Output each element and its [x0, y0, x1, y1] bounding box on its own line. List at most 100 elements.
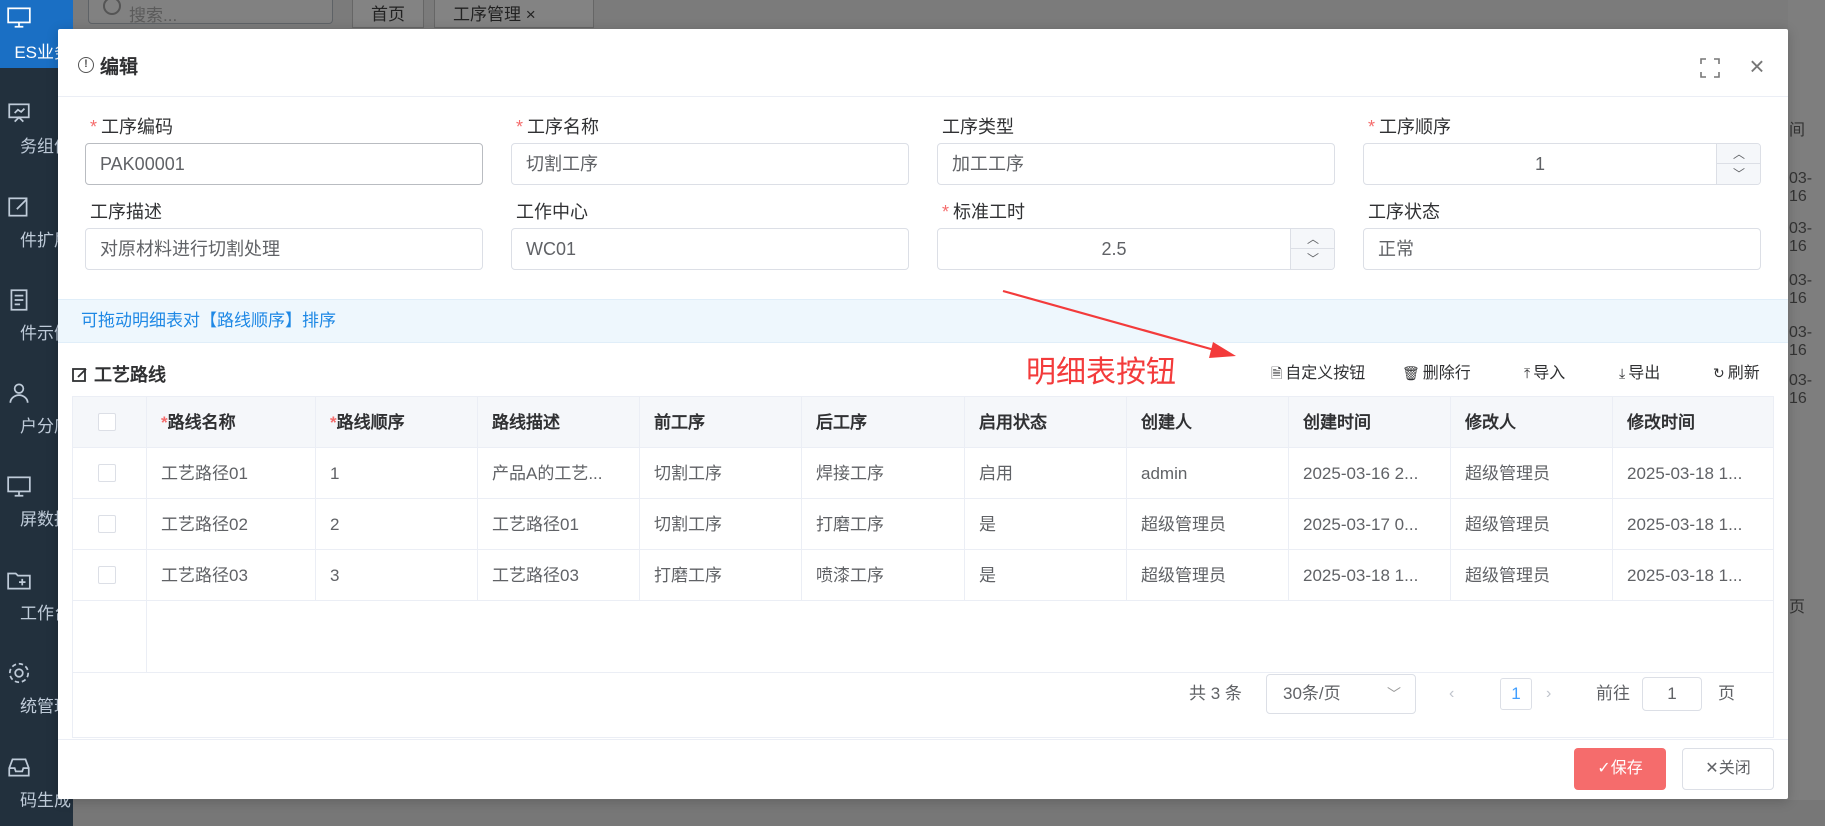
- column-header[interactable]: 创建人: [1127, 397, 1289, 448]
- table-cell[interactable]: 是: [965, 499, 1127, 550]
- column-header[interactable]: 修改时间: [1613, 397, 1775, 448]
- drag-sort-tip: 可拖动明细表对【路线顺序】排序: [58, 299, 1788, 343]
- table-cell[interactable]: 超级管理员: [1451, 550, 1613, 601]
- edit-dialog: ! 编辑 × * 工序编码 PAK00001 * 工序名称 切割工序 工序类型 加工…: [58, 29, 1788, 799]
- prev-page-button[interactable]: ‹: [1449, 674, 1454, 714]
- page-number-current[interactable]: 1: [1500, 678, 1532, 710]
- table-cell[interactable]: 超级管理员: [1127, 550, 1289, 601]
- work-center-input[interactable]: WC01: [511, 228, 909, 270]
- chevron-up-icon[interactable]: ︿: [1291, 229, 1334, 249]
- table-cell[interactable]: 工艺路径03: [147, 550, 316, 601]
- table-cell[interactable]: 2025-03-18 1...: [1289, 550, 1451, 601]
- table-cell[interactable]: 打磨工序: [802, 499, 965, 550]
- column-header[interactable]: *路线顺序: [316, 397, 478, 448]
- goto-page-input[interactable]: 1: [1642, 677, 1702, 711]
- page-size-select[interactable]: 30条/页 ﹀: [1266, 674, 1416, 714]
- process-status-select[interactable]: 正常: [1363, 228, 1761, 270]
- column-header[interactable]: 前工序: [640, 397, 802, 448]
- folder-add-icon: [7, 572, 31, 590]
- table-row[interactable]: 工艺路径01 1 产品A的工艺... 切割工序 焊接工序 启用 admin 20…: [73, 448, 1773, 499]
- table-row[interactable]: 工艺路径02 2 工艺路径01 切割工序 打磨工序 是 超级管理员 2025-0…: [73, 499, 1773, 550]
- chevron-up-icon[interactable]: ︿: [1717, 144, 1760, 164]
- background-cell: 03-16: [1789, 324, 1813, 359]
- chevron-right-icon: ›: [1546, 685, 1552, 702]
- table-cell[interactable]: 2025-03-18 1...: [1613, 448, 1775, 499]
- column-header[interactable]: 启用状态: [965, 397, 1127, 448]
- export-button[interactable]: ⤓ 导出: [1619, 359, 1660, 383]
- table-cell[interactable]: 2: [316, 499, 478, 550]
- process-type-select[interactable]: 加工工序: [937, 143, 1335, 185]
- table-cell[interactable]: 是: [965, 550, 1127, 601]
- background-cell: 页: [1789, 599, 1806, 616]
- process-code-label: * 工序编码: [90, 117, 174, 137]
- table-cell[interactable]: 工艺路径03: [478, 550, 640, 601]
- column-header[interactable]: *路线名称: [147, 397, 316, 448]
- gear-icon: [8, 662, 30, 684]
- annotation-label: 明细表按钮: [1026, 356, 1176, 389]
- save-button[interactable]: ✓保存: [1574, 748, 1666, 790]
- close-button[interactable]: ✕关闭: [1682, 748, 1774, 790]
- document-icon: [10, 289, 28, 311]
- edit-icon: [8, 197, 28, 217]
- column-header[interactable]: 后工序: [802, 397, 965, 448]
- table-cell[interactable]: 2025-03-16 2...: [1289, 448, 1451, 499]
- search-input[interactable]: 搜索...: [88, 0, 333, 25]
- table-cell[interactable]: 切割工序: [640, 499, 802, 550]
- column-header[interactable]: 修改人: [1451, 397, 1613, 448]
- table-cell[interactable]: 2025-03-18 1...: [1613, 550, 1775, 601]
- delete-row-button[interactable]: 🗑 删除行: [1402, 359, 1471, 383]
- dialog-footer: [58, 739, 1788, 799]
- tab-process-management[interactable]: 工序管理 ×: [434, 0, 594, 28]
- background-footer: [73, 800, 1825, 826]
- process-name-input[interactable]: 切割工序: [511, 143, 909, 185]
- fullscreen-icon[interactable]: [1700, 58, 1720, 78]
- table-cell[interactable]: 喷漆工序: [802, 550, 965, 601]
- table-empty-area: [73, 601, 1773, 673]
- process-desc-input[interactable]: 对原材料进行切割处理: [85, 228, 483, 270]
- column-header[interactable]: 路线描述: [478, 397, 640, 448]
- edit-icon: [72, 368, 87, 382]
- row-checkbox[interactable]: [98, 464, 116, 482]
- close-icon[interactable]: ×: [526, 5, 536, 24]
- import-button[interactable]: ⤒ 导入: [1524, 359, 1565, 383]
- table-cell[interactable]: 打磨工序: [640, 550, 802, 601]
- table-cell[interactable]: admin: [1127, 448, 1289, 499]
- chevron-down-icon[interactable]: ﹀: [1717, 164, 1760, 184]
- table-cell[interactable]: 2025-03-18 1...: [1613, 499, 1775, 550]
- table-cell[interactable]: 焊接工序: [802, 448, 965, 499]
- std-hours-stepper[interactable]: 2.5 ︿ ﹀: [937, 228, 1335, 270]
- table-cell[interactable]: 工艺路径01: [478, 499, 640, 550]
- process-code-input[interactable]: PAK00001: [85, 143, 483, 185]
- process-order-stepper[interactable]: 1 ︿ ﹀: [1363, 143, 1761, 185]
- process-status-label: 工序状态: [1368, 202, 1440, 222]
- background-cell: 03-16: [1789, 220, 1813, 255]
- table-cell[interactable]: 工艺路径02: [147, 499, 316, 550]
- row-checkbox[interactable]: [98, 566, 116, 584]
- chevron-down-icon[interactable]: ﹀: [1291, 249, 1334, 269]
- custom-button[interactable]: 🗎 自定义按钮: [1271, 359, 1365, 387]
- table-cell[interactable]: 超级管理员: [1451, 499, 1613, 550]
- monitor-icon: [7, 476, 31, 497]
- table-cell[interactable]: 2025-03-17 0...: [1289, 499, 1451, 550]
- table-cell[interactable]: 超级管理员: [1127, 499, 1289, 550]
- table-cell[interactable]: 产品A的工艺...: [478, 448, 640, 499]
- table-cell[interactable]: 1: [316, 448, 478, 499]
- table-cell[interactable]: 3: [316, 550, 478, 601]
- column-header[interactable]: 创建时间: [1289, 397, 1451, 448]
- tab-home[interactable]: 首页: [352, 0, 424, 28]
- row-checkbox[interactable]: [98, 515, 116, 533]
- close-icon[interactable]: ×: [1746, 53, 1768, 79]
- close-icon: ✕: [1705, 760, 1719, 777]
- table-cell[interactable]: 启用: [965, 448, 1127, 499]
- next-page-button[interactable]: ›: [1546, 674, 1551, 714]
- search-icon: [103, 0, 121, 15]
- info-icon: !: [78, 57, 94, 73]
- table-cell[interactable]: 工艺路径01: [147, 448, 316, 499]
- pagination-total: 共 3 条: [1189, 684, 1242, 703]
- table-row[interactable]: 工艺路径03 3 工艺路径03 打磨工序 喷漆工序 是 超级管理员 2025-0…: [73, 550, 1773, 601]
- refresh-button[interactable]: ↻ 刷新: [1713, 359, 1760, 383]
- process-order-label: * 工序顺序: [1368, 117, 1452, 137]
- select-all-checkbox[interactable]: [98, 413, 116, 431]
- table-cell[interactable]: 切割工序: [640, 448, 802, 499]
- table-cell[interactable]: 超级管理员: [1451, 448, 1613, 499]
